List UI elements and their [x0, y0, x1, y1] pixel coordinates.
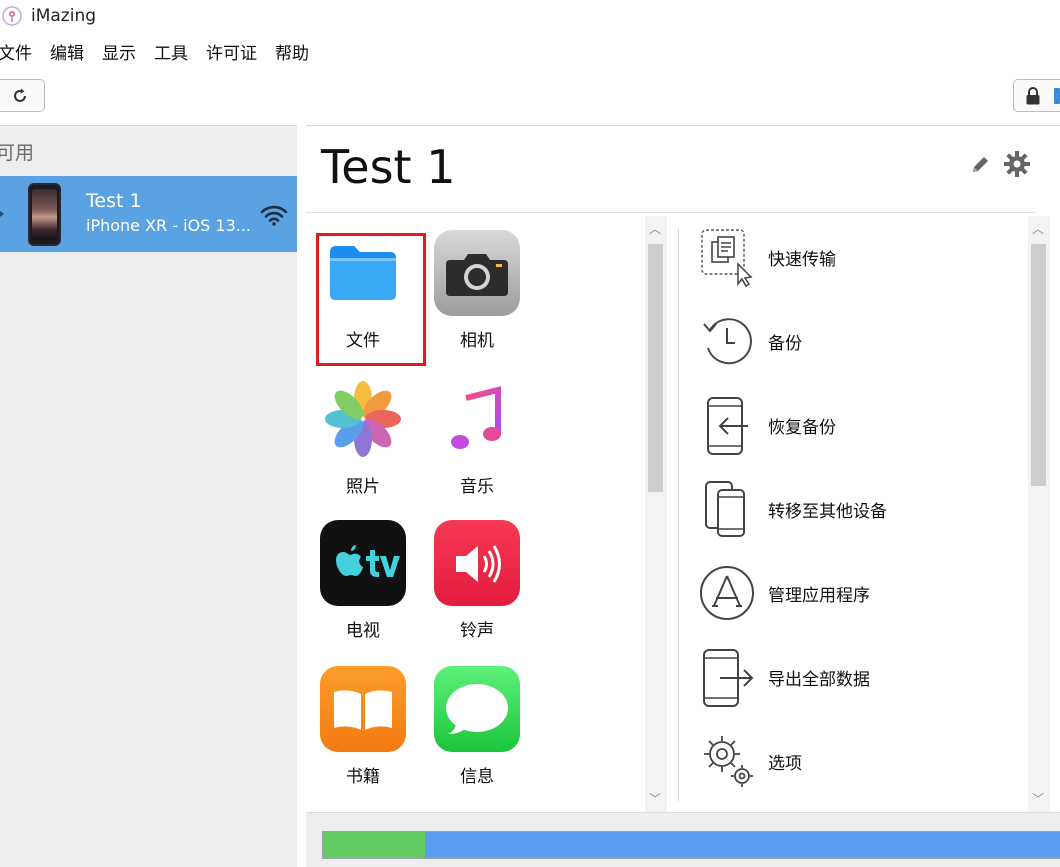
- refresh-icon: [13, 88, 26, 102]
- pencil-icon[interactable]: [969, 154, 991, 176]
- main-panel: Test 1 文件 相机 照片 音乐 电视 铃声 书籍 信息 ︿ ﹀ 快速传输 …: [306, 125, 1060, 867]
- gear-icon[interactable]: [1003, 150, 1031, 178]
- action-label: 管理应用程序: [768, 585, 870, 606]
- apple-tv-icon: [320, 520, 406, 606]
- camera-icon: [434, 230, 520, 316]
- menu-help[interactable]: 帮助: [275, 40, 309, 68]
- selection-highlight: [316, 233, 426, 366]
- lock-icon: [1026, 86, 1040, 104]
- app-tile-camera[interactable]: 相机: [422, 230, 532, 360]
- actions-list: 快速传输 备份 恢复备份 转移至其他设备 管理应用程序 导出全部数据 选项 ︿ …: [692, 214, 1050, 814]
- action-export-data[interactable]: 导出全部数据: [692, 642, 1022, 712]
- scroll-down-icon[interactable]: ﹀: [649, 790, 661, 807]
- options-gear-icon: [698, 730, 756, 792]
- app-label: 书籍: [346, 767, 380, 787]
- app-label: 信息: [460, 767, 494, 787]
- action-label: 导出全部数据: [768, 669, 870, 690]
- lock-button-accent: [1054, 88, 1060, 104]
- imazing-logo-icon: [2, 6, 22, 26]
- books-icon: [320, 666, 406, 752]
- action-label: 恢复备份: [768, 417, 836, 438]
- expand-arrow-icon[interactable]: [0, 208, 4, 220]
- page-title: Test 1: [321, 140, 456, 194]
- status-bar: [306, 812, 1060, 867]
- menu-tools[interactable]: 工具: [154, 40, 188, 68]
- app-tile-messages[interactable]: 信息: [422, 666, 532, 796]
- app-label: 相机: [460, 331, 494, 351]
- wifi-icon: [260, 205, 288, 226]
- action-label: 备份: [768, 333, 802, 354]
- device-sidebar: 可用 Test 1 iPhone XR - iOS 13...: [0, 125, 297, 867]
- menu-bar: 文件 编辑 显示 工具 许可证 帮助: [0, 40, 327, 68]
- export-data-icon: [698, 646, 756, 708]
- sidebar-header-available: 可用: [0, 142, 35, 164]
- device-model-os: iPhone XR - iOS 13...: [86, 216, 252, 235]
- action-restore-backup[interactable]: 恢复备份: [692, 390, 1022, 460]
- ringtones-icon: [434, 520, 520, 606]
- music-icon: [434, 376, 520, 462]
- backup-icon: [698, 310, 756, 372]
- device-list-item[interactable]: Test 1 iPhone XR - iOS 13...: [0, 176, 297, 252]
- refresh-button[interactable]: [0, 79, 45, 112]
- storage-capacity-bar[interactable]: [322, 831, 1060, 859]
- pane-divider: [678, 229, 679, 801]
- apps-scroll-thumb[interactable]: [648, 244, 663, 492]
- lock-button[interactable]: [1013, 79, 1060, 112]
- photos-icon: [320, 376, 406, 462]
- scroll-up-icon[interactable]: ︿: [649, 220, 661, 237]
- action-quick-transfer[interactable]: 快速传输: [692, 222, 1022, 292]
- app-tile-ringtones[interactable]: 铃声: [422, 520, 532, 650]
- app-tile-books[interactable]: 书籍: [308, 666, 418, 796]
- action-label: 转移至其他设备: [768, 501, 887, 522]
- action-label: 快速传输: [768, 249, 836, 270]
- action-options[interactable]: 选项: [692, 726, 1022, 796]
- menu-edit[interactable]: 编辑: [50, 40, 84, 68]
- app-label: 照片: [346, 477, 380, 497]
- quick-transfer-icon: [698, 226, 756, 288]
- action-manage-apps[interactable]: 管理应用程序: [692, 558, 1022, 628]
- storage-used-segment: [323, 832, 426, 858]
- app-tile-tv[interactable]: 电视: [308, 520, 418, 650]
- messages-icon: [434, 666, 520, 752]
- device-name: Test 1: [86, 190, 142, 212]
- app-label: 铃声: [460, 621, 494, 641]
- action-label: 选项: [768, 753, 802, 774]
- menu-file[interactable]: 文件: [0, 40, 32, 68]
- app-title: iMazing: [31, 6, 97, 26]
- scroll-down-icon[interactable]: ﹀: [1032, 790, 1044, 807]
- app-store-icon: [698, 562, 756, 624]
- app-label: 音乐: [460, 477, 494, 497]
- actions-scrollbar[interactable]: ︿ ﹀: [1028, 216, 1050, 812]
- apps-grid: 文件 相机 照片 音乐 电视 铃声 书籍 信息 ︿ ﹀: [306, 214, 672, 814]
- scroll-up-icon[interactable]: ︿: [1032, 220, 1044, 237]
- action-backup[interactable]: 备份: [692, 306, 1022, 376]
- menu-license[interactable]: 许可证: [206, 40, 257, 68]
- apps-scrollbar[interactable]: ︿ ﹀: [645, 216, 667, 812]
- title-divider: [306, 212, 1036, 213]
- transfer-device-icon: [698, 478, 756, 540]
- app-label: 电视: [346, 621, 380, 641]
- actions-scroll-thumb[interactable]: [1031, 244, 1046, 486]
- device-thumbnail: [28, 183, 61, 246]
- title-bar: iMazing: [0, 0, 1060, 34]
- restore-backup-icon: [698, 394, 756, 456]
- app-tile-photos[interactable]: 照片: [308, 376, 418, 506]
- action-transfer-device[interactable]: 转移至其他设备: [692, 474, 1022, 544]
- menu-view[interactable]: 显示: [102, 40, 136, 68]
- app-tile-music[interactable]: 音乐: [422, 376, 532, 506]
